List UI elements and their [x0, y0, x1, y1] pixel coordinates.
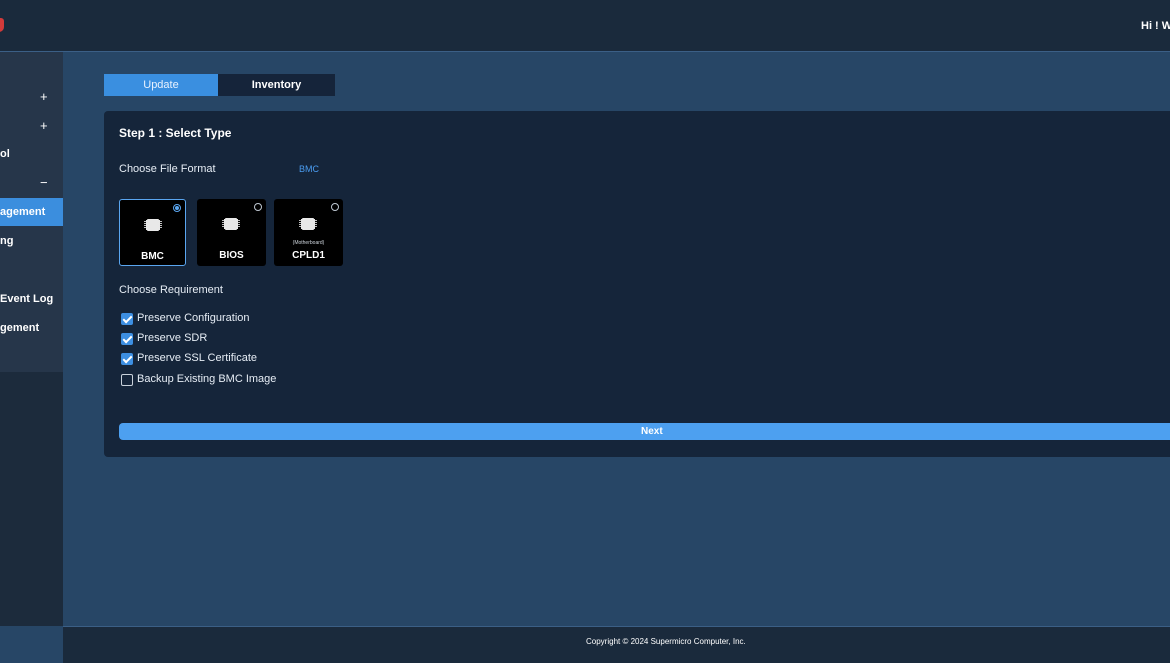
sidebar: + + ol − agement ng Event Log gement: [0, 52, 63, 626]
sidebar-item-1[interactable]: +: [0, 83, 63, 111]
radio-selected-icon[interactable]: [173, 204, 181, 212]
sidebar-item-settings[interactable]: ng: [0, 227, 63, 255]
card-label: CPLD1: [292, 250, 325, 261]
format-card-bios[interactable]: BIOS: [197, 199, 266, 266]
expand-plus-icon: +: [40, 89, 48, 104]
sidebar-item-label: ol: [0, 148, 10, 160]
chip-icon: [222, 218, 240, 230]
file-format-value: BMC: [299, 164, 319, 174]
sidebar-item-maintenance[interactable]: −: [0, 169, 63, 197]
next-button[interactable]: Next: [119, 423, 1170, 440]
sidebar-item-label: ng: [0, 235, 14, 247]
sidebar-item-event-log[interactable]: Event Log: [0, 285, 63, 313]
expand-plus-icon: +: [40, 118, 48, 133]
format-card-bmc[interactable]: BMC: [119, 199, 186, 266]
checkbox-label: Preserve SDR: [137, 332, 208, 344]
update-panel: [104, 111, 1170, 457]
card-label: BMC: [141, 251, 164, 262]
checkbox-checked-icon[interactable]: [121, 353, 133, 365]
tab-inventory[interactable]: Inventory: [218, 74, 335, 96]
step-title: Step 1 : Select Type: [119, 126, 232, 140]
copyright-text: Copyright © 2024 Supermicro Computer, In…: [586, 637, 746, 646]
format-card-cpld1[interactable]: (Motherboard) CPLD1: [274, 199, 343, 266]
checkbox-checked-icon[interactable]: [121, 313, 133, 325]
sidebar-item-label: Event Log: [0, 293, 54, 305]
checkbox-label: Preserve SSL Certificate: [137, 352, 258, 364]
tab-update[interactable]: Update: [104, 74, 218, 96]
supermicro-logo-icon: [0, 18, 4, 32]
collapse-minus-icon: −: [40, 175, 48, 190]
chip-icon: [144, 219, 162, 231]
sidebar-item-label: gement: [0, 322, 40, 334]
sidebar-item-management[interactable]: gement: [0, 314, 63, 342]
chip-icon: [299, 218, 317, 230]
radio-unselected-icon[interactable]: [254, 203, 262, 211]
card-sublabel: (Motherboard): [292, 240, 325, 246]
sidebar-item-7[interactable]: [0, 256, 63, 284]
user-greeting[interactable]: Hi ! W: [1141, 20, 1170, 32]
sidebar-item-firmware-management[interactable]: agement: [0, 198, 63, 226]
top-header: Hi ! W: [0, 0, 1170, 52]
sidebar-item-label: agement: [0, 206, 46, 218]
requirement-label: Choose Requirement: [119, 284, 223, 296]
checkbox-unchecked-icon[interactable]: [121, 374, 133, 386]
next-button-label: Next: [641, 426, 663, 437]
checkbox-checked-icon[interactable]: [121, 333, 133, 345]
sidebar-menu: + + ol − agement ng Event Log gement: [0, 52, 63, 372]
checkbox-label: Preserve Configuration: [137, 312, 250, 324]
sidebar-item-remote-control[interactable]: ol: [0, 140, 63, 168]
radio-unselected-icon[interactable]: [331, 203, 339, 211]
checkbox-label: Backup Existing BMC Image: [137, 373, 277, 385]
card-label: BIOS: [219, 250, 244, 261]
file-format-label: Choose File Format: [119, 163, 216, 175]
sidebar-item-2[interactable]: +: [0, 112, 63, 140]
